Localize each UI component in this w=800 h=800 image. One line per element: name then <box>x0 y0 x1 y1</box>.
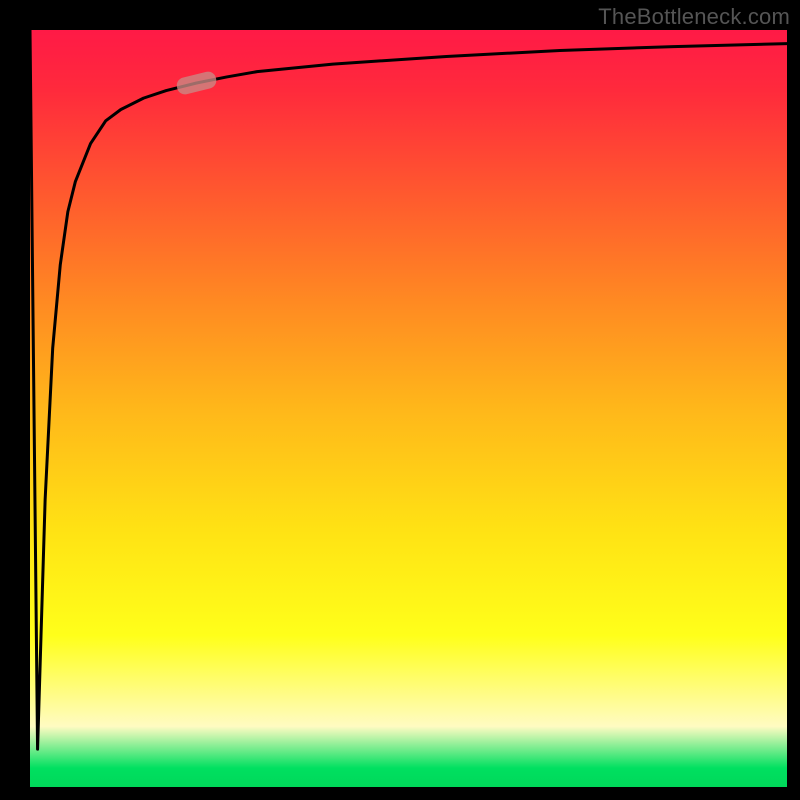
plot-area <box>30 30 787 787</box>
chart-frame: TheBottleneck.com <box>0 0 800 800</box>
bottleneck-curve <box>30 30 787 749</box>
watermark-text: TheBottleneck.com <box>598 4 790 30</box>
curve-marker <box>175 70 218 96</box>
chart-svg <box>30 30 787 787</box>
